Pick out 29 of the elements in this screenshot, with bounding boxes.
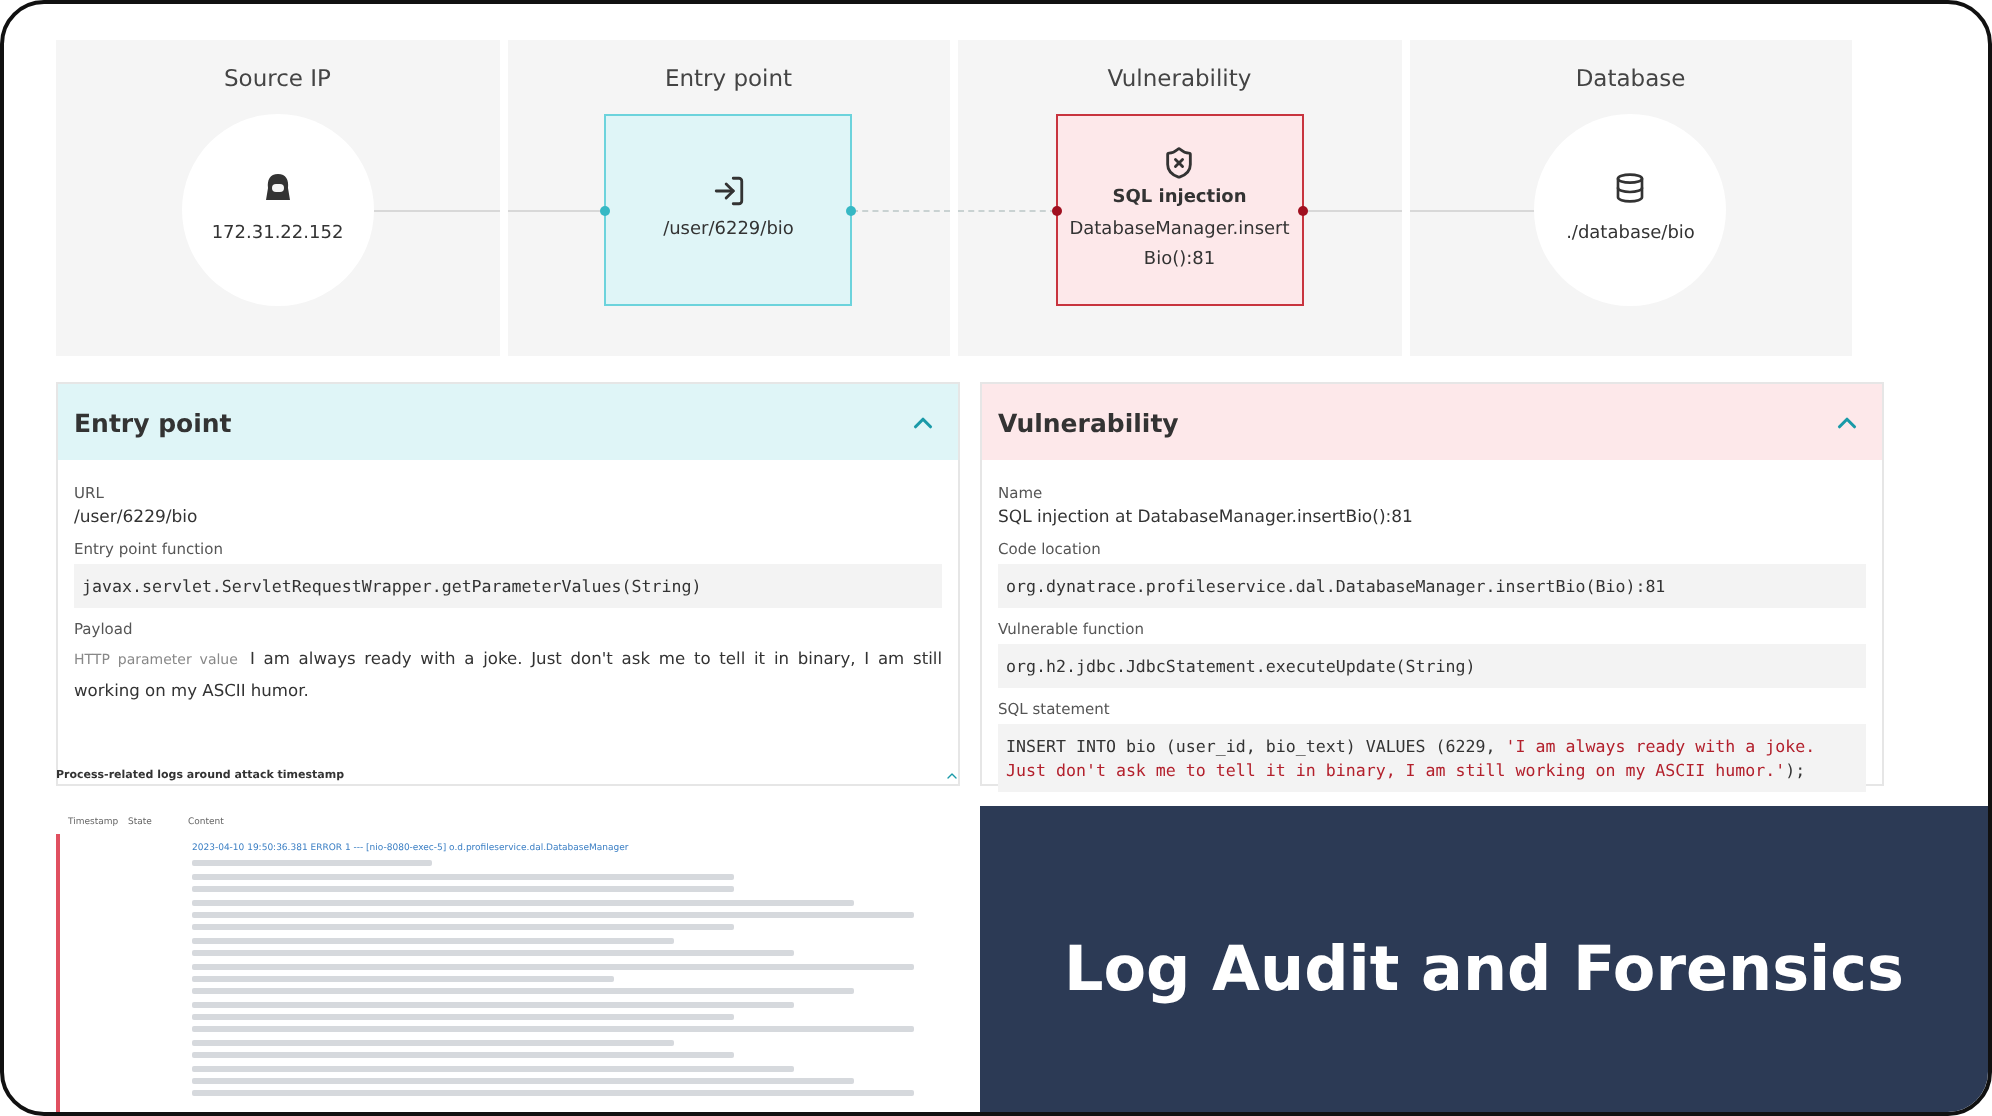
stage-node[interactable]: SQL injection DatabaseManager.insertBio():81 <box>1055 114 1304 306</box>
code-value: org.h2.jdbc.JdbcStatement.executeUpdate(String) <box>998 644 1866 688</box>
collapse-button[interactable] <box>944 768 960 784</box>
stage-node[interactable]: 172.31.22.152 <box>181 114 374 306</box>
panel-title: Vulnerability <box>998 407 1179 437</box>
hooded-person-icon <box>261 171 294 203</box>
code-value: javax.servlet.ServletRequestWrapper.getParameterValues(String) <box>74 564 942 608</box>
node-label: ./database/bio <box>1564 221 1697 247</box>
shield-x-icon <box>1162 145 1197 179</box>
database-icon <box>1614 171 1647 203</box>
field-value: SQL injection at DatabaseManager.insertBio():81 <box>998 508 1415 528</box>
banner-title: Log Audit and Forensics <box>1064 933 1904 1005</box>
field-value: /user/6229/bio <box>74 508 200 528</box>
chevron-up-icon <box>944 768 960 784</box>
code-value: org.dynatrace.profileservice.dal.DatabaseManager.insertBio(Bio):81 <box>998 564 1866 608</box>
node-heading: SQL injection <box>1112 187 1247 207</box>
panel-title: Entry point <box>74 407 232 437</box>
stage-title: Entry point <box>664 64 793 92</box>
stage-node[interactable]: ./database/bio <box>1534 114 1727 306</box>
node-label: 172.31.22.152 <box>209 221 346 247</box>
connector-line <box>852 209 950 211</box>
node-label: /user/6229/bio <box>661 218 796 244</box>
enter-door-icon <box>711 174 746 208</box>
stage-node[interactable]: /user/6229/bio <box>604 114 853 306</box>
sql-statement: INSERT INTO bio (user_id, bio_text) VALUES (6229, 'I am always ready with a joke. Just don't ask me to tell it in binary, I am still working on my ASCII humor.'); <box>998 724 1866 792</box>
stage-title: Database <box>1575 64 1686 92</box>
stage-title: Source IP <box>224 64 331 92</box>
stage-title: Vulnerability <box>1107 64 1252 92</box>
node-label: DatabaseManager.insertBio():81 <box>1067 217 1292 273</box>
